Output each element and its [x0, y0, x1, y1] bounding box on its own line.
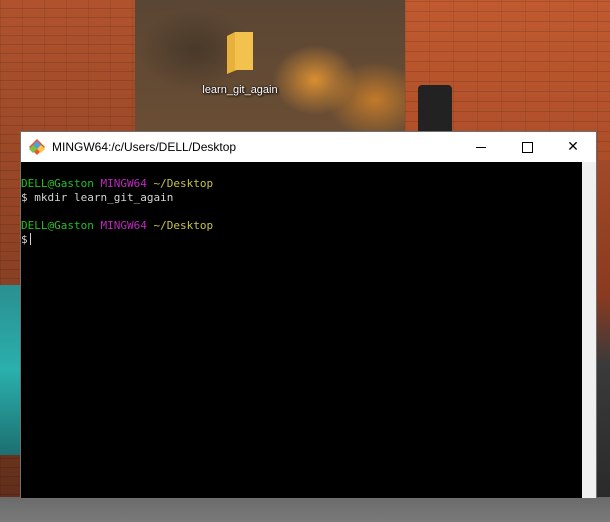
maximize-icon [521, 141, 533, 153]
close-button[interactable]: ✕ [550, 132, 596, 162]
prompt-header-line: DELL@Gaston MINGW64 ~/Desktop [21, 177, 582, 191]
scrollbar[interactable] [582, 162, 596, 498]
close-icon: ✕ [567, 139, 579, 155]
minimize-button[interactable] [458, 132, 504, 162]
terminal-window[interactable]: MINGW64:/c/Users/DELL/Desktop ✕ DELL@Gas… [20, 131, 597, 499]
prompt-header-line: DELL@Gaston MINGW64 ~/Desktop [21, 219, 582, 233]
maximize-button[interactable] [504, 132, 550, 162]
prompt-symbol: $ [21, 191, 28, 204]
prompt-symbol: $ [21, 233, 28, 246]
command-line: $ mkdir learn_git_again [21, 191, 582, 205]
window-title: MINGW64:/c/Users/DELL/Desktop [52, 140, 237, 154]
wallpaper-street [0, 497, 610, 522]
wallpaper-lamp [418, 85, 452, 133]
prompt-path: ~/Desktop [153, 177, 214, 190]
command-line[interactable]: $ [21, 233, 582, 247]
window-controls: ✕ [458, 132, 596, 162]
minimize-icon [476, 146, 486, 148]
prompt-path: ~/Desktop [153, 219, 214, 232]
command-text: mkdir learn_git_again [34, 191, 174, 204]
prompt-user: DELL@Gaston [21, 219, 94, 232]
prompt-user: DELL@Gaston [21, 177, 94, 190]
folder-icon [227, 32, 253, 74]
prompt-system: MINGW64 [100, 177, 147, 190]
git-bash-icon [29, 139, 45, 155]
desktop-icon-label: learn_git_again [202, 84, 278, 96]
desktop-folder-learn-git-again[interactable]: learn_git_again [196, 30, 284, 100]
prompt-system: MINGW64 [100, 219, 147, 232]
terminal-output[interactable]: DELL@Gaston MINGW64 ~/Desktop $ mkdir le… [21, 162, 582, 498]
title-bar[interactable]: MINGW64:/c/Users/DELL/Desktop ✕ [21, 132, 596, 162]
text-cursor [29, 233, 31, 245]
